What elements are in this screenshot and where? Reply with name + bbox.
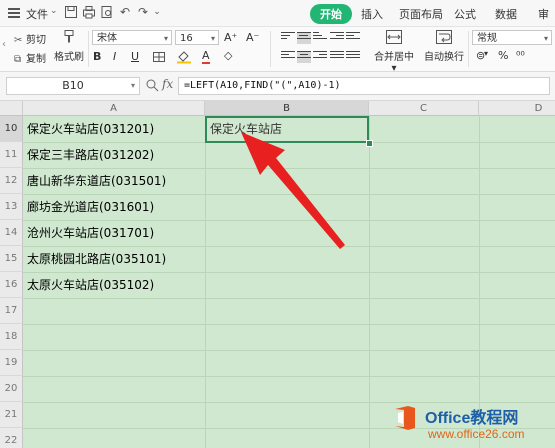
arrow-icon [241,132,345,249]
watermark-name: Office教程网 [425,410,519,427]
annotation-arrow [241,132,345,249]
watermark: Office教程网 www.office26.com [388,402,555,448]
watermark-url: www.office26.com [428,427,525,441]
office-logo-icon [395,406,415,430]
